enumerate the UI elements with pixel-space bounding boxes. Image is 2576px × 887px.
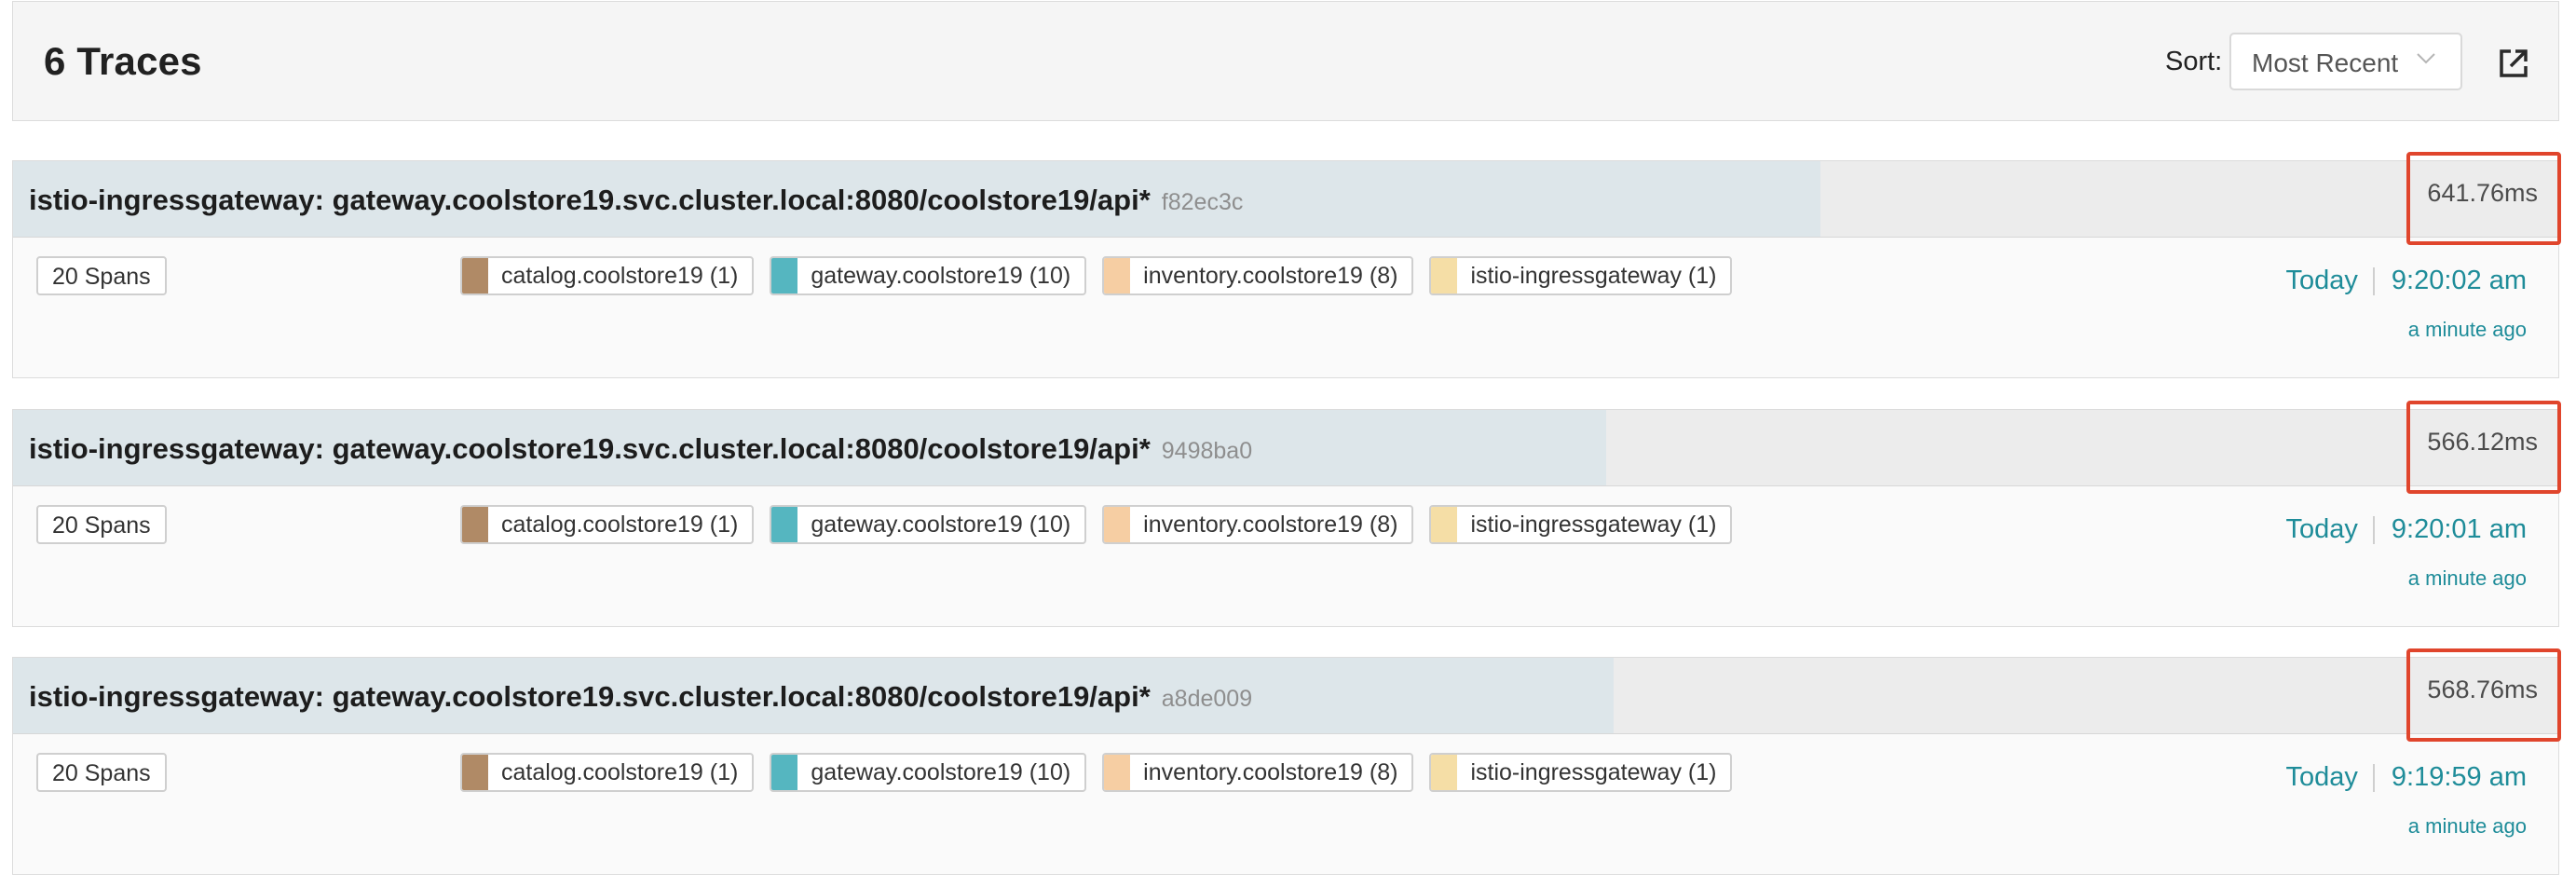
service-label: catalog.coolstore19 (1) [501, 759, 739, 785]
service-label: gateway.coolstore19 (10) [811, 759, 1071, 785]
duration-highlight: 566.12ms [2406, 401, 2561, 494]
service-label: catalog.coolstore19 (1) [501, 263, 739, 289]
trace-duration: 641.76ms [2427, 179, 2538, 207]
service-label: istio-ingressgateway (1) [1470, 512, 1717, 538]
trace-name-text: istio-ingressgateway: gateway.coolstore1… [29, 184, 1151, 216]
service-tag: istio-ingressgateway (1) [1429, 256, 1733, 295]
trace-time: 9:20:02 am [2391, 266, 2527, 295]
trace-start-time: Today 9:20:01 am [2286, 514, 2528, 545]
page-title: 6 Traces [44, 39, 202, 83]
service-label: gateway.coolstore19 (10) [811, 263, 1071, 289]
service-color-swatch [462, 755, 488, 790]
duration-highlight: 568.76ms [2406, 648, 2561, 742]
service-color-swatch [1104, 755, 1131, 790]
trace-start-time: Today 9:20:02 am [2286, 266, 2528, 296]
trace-duration: 568.76ms [2427, 675, 2538, 703]
trace-day: Today [2285, 266, 2358, 295]
trace-name[interactable]: istio-ingressgateway: gateway.coolstore1… [29, 184, 1243, 217]
trace-relative-time: a minute ago [2407, 814, 2527, 838]
trace-id: a8de009 [1161, 686, 1253, 712]
service-tag: catalog.coolstore19 (1) [460, 505, 755, 544]
service-color-swatch [1431, 258, 1458, 293]
service-color-swatch [1431, 507, 1458, 542]
service-color-swatch [771, 258, 798, 293]
service-label: istio-ingressgateway (1) [1470, 263, 1717, 289]
spans-count-badge: 20 Spans [36, 505, 167, 544]
trace-relative-time: a minute ago [2407, 318, 2527, 341]
chevron-down-icon [2416, 52, 2436, 70]
spans-count-badge: 20 Spans [36, 753, 167, 792]
service-tag: gateway.coolstore19 (10) [770, 753, 1087, 792]
service-label: gateway.coolstore19 (10) [811, 512, 1071, 538]
trace-name-text: istio-ingressgateway: gateway.coolstore1… [29, 432, 1151, 465]
service-label: catalog.coolstore19 (1) [501, 512, 739, 538]
trace-name-text: istio-ingressgateway: gateway.coolstore1… [29, 680, 1151, 713]
service-tag: catalog.coolstore19 (1) [460, 256, 755, 295]
service-label: inventory.coolstore19 (8) [1143, 512, 1398, 538]
sort-select[interactable]: Most Recent [2229, 33, 2462, 90]
sort-select-value: Most Recent [2252, 48, 2399, 77]
trace-id: 9498ba0 [1161, 438, 1253, 464]
service-tags: catalog.coolstore19 (1) gateway.coolstor… [460, 753, 1733, 792]
service-tag: inventory.coolstore19 (8) [1102, 753, 1414, 792]
service-label: inventory.coolstore19 (8) [1143, 759, 1398, 785]
service-tag: istio-ingressgateway (1) [1429, 753, 1733, 792]
trace-day: Today [2285, 762, 2358, 792]
trace-start-time: Today 9:19:59 am [2286, 762, 2528, 793]
sort-label: Sort: [2165, 47, 2223, 76]
trace-name[interactable]: istio-ingressgateway: gateway.coolstore1… [29, 680, 1252, 714]
trace-card[interactable]: istio-ingressgateway: gateway.coolstore1… [12, 401, 2561, 627]
duration-highlight: 641.76ms [2406, 152, 2561, 245]
external-link-icon[interactable] [2495, 45, 2532, 82]
trace-card[interactable]: istio-ingressgateway: gateway.coolstore1… [12, 648, 2561, 875]
service-tag: gateway.coolstore19 (10) [770, 505, 1087, 544]
spans-count-badge: 20 Spans [36, 256, 167, 295]
service-label: inventory.coolstore19 (8) [1143, 263, 1398, 289]
service-color-swatch [462, 507, 488, 542]
service-tags: catalog.coolstore19 (1) gateway.coolstor… [460, 505, 1733, 544]
service-color-swatch [1104, 258, 1131, 293]
trace-title-row[interactable]: istio-ingressgateway: gateway.coolstore1… [13, 152, 2561, 245]
service-color-swatch [771, 507, 798, 542]
service-tag: gateway.coolstore19 (10) [770, 256, 1087, 295]
trace-duration: 566.12ms [2427, 428, 2538, 456]
service-color-swatch [1431, 755, 1458, 790]
trace-title-row[interactable]: istio-ingressgateway: gateway.coolstore1… [13, 401, 2561, 494]
time-divider [2372, 515, 2375, 544]
trace-time: 9:19:59 am [2391, 762, 2527, 792]
service-label: istio-ingressgateway (1) [1470, 759, 1717, 785]
service-tag: inventory.coolstore19 (8) [1102, 256, 1414, 295]
service-color-swatch [462, 258, 488, 293]
trace-card[interactable]: istio-ingressgateway: gateway.coolstore1… [12, 152, 2561, 378]
time-divider [2372, 763, 2375, 792]
trace-time: 9:20:01 am [2391, 514, 2527, 544]
service-tags: catalog.coolstore19 (1) gateway.coolstor… [460, 256, 1733, 295]
trace-id: f82ec3c [1161, 189, 1244, 215]
service-tag: inventory.coolstore19 (8) [1102, 505, 1414, 544]
service-color-swatch [1104, 507, 1131, 542]
trace-title-row[interactable]: istio-ingressgateway: gateway.coolstore1… [13, 648, 2561, 742]
trace-relative-time: a minute ago [2407, 566, 2527, 590]
trace-name[interactable]: istio-ingressgateway: gateway.coolstore1… [29, 432, 1252, 466]
service-color-swatch [771, 755, 798, 790]
traces-header: 6 Traces Sort: Most Recent [12, 1, 2559, 121]
service-tag: catalog.coolstore19 (1) [460, 753, 755, 792]
trace-day: Today [2285, 514, 2358, 544]
service-tag: istio-ingressgateway (1) [1429, 505, 1733, 544]
time-divider [2372, 266, 2375, 295]
